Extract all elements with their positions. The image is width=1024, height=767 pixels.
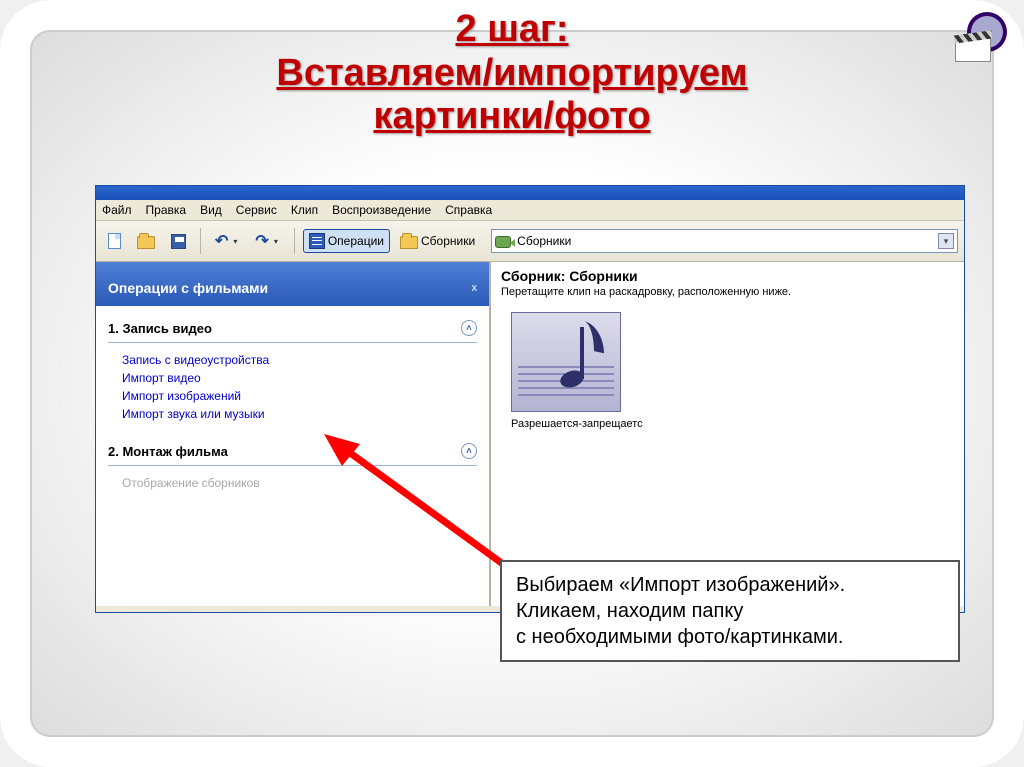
collapse-icon[interactable]: ˄	[461, 320, 477, 336]
title-line1: 2 шаг:	[456, 8, 569, 50]
capture-links: Запись с видеоустройства Импорт видео Им…	[108, 343, 477, 437]
task-pane-title: Операции с фильмами	[108, 280, 268, 296]
collection-area: Сборник: Сборники Перетащите клип на рас…	[491, 262, 964, 606]
link-import-video[interactable]: Импорт видео	[122, 369, 471, 387]
list-icon	[309, 233, 325, 249]
chevron-down-icon[interactable]: ▾	[938, 233, 954, 249]
dropdown-arrow-icon[interactable]: ▾	[272, 237, 280, 246]
collection-subtitle: Перетащите клип на раскадровку, располож…	[501, 284, 954, 308]
clip-thumbnail[interactable]	[511, 312, 621, 412]
collections-button[interactable]: Сборники	[394, 229, 481, 253]
camera-icon	[495, 236, 511, 248]
menu-tools[interactable]: Сервис	[236, 203, 277, 217]
menu-clip[interactable]: Клип	[291, 203, 318, 217]
link-import-audio[interactable]: Импорт звука или музыки	[122, 405, 471, 423]
section-edit[interactable]: 2. Монтаж фильма ˄	[108, 437, 477, 466]
menu-edit[interactable]: Правка	[146, 203, 187, 217]
folder-icon	[400, 236, 418, 249]
save-button[interactable]	[165, 230, 192, 253]
new-button[interactable]	[102, 229, 127, 253]
menu-file[interactable]: Файл	[102, 203, 132, 217]
undo-button[interactable]: ↶▾	[209, 227, 245, 255]
title-line2: Вставляем/импортируем	[276, 52, 747, 94]
open-button[interactable]	[131, 229, 161, 253]
workarea: Операции с фильмами x 1. Запись видео ˄ …	[96, 262, 964, 606]
dropdown-arrow-icon[interactable]: ▾	[231, 237, 239, 246]
task-pane-header: Операции с фильмами x	[96, 262, 489, 306]
redo-button[interactable]: ↷▾	[249, 227, 285, 255]
folder-open-icon	[137, 236, 155, 249]
clip-label: Разрешается-запрещаетс	[501, 418, 954, 430]
app-window: Файл Правка Вид Сервис Клип Воспроизведе…	[95, 185, 965, 613]
collection-title: Сборник: Сборники	[501, 268, 954, 284]
tasks-label: Операции	[328, 234, 384, 248]
combo-value: Сборники	[511, 234, 571, 248]
menu-play[interactable]: Воспроизведение	[332, 203, 431, 217]
collections-label: Сборники	[421, 234, 475, 248]
redo-icon: ↷	[255, 231, 268, 251]
callout-line3: с необходимыми фото/картинками.	[516, 624, 944, 650]
toolbar: ↶▾ ↷▾ Операции Сборники Сборники ▾	[96, 221, 964, 262]
menu-help[interactable]: Справка	[445, 203, 492, 217]
task-pane-close[interactable]: x	[472, 282, 478, 294]
task-pane-body: 1. Запись видео ˄ Запись с видеоустройст…	[96, 306, 489, 606]
titlebar	[96, 186, 964, 200]
music-note-icon	[556, 323, 606, 393]
menu-view[interactable]: Вид	[200, 203, 222, 217]
link-capture-device[interactable]: Запись с видеоустройства	[122, 351, 471, 369]
title-line3: картинки/фото	[373, 95, 650, 137]
callout-line2: Кликаем, находим папку	[516, 598, 944, 624]
floppy-icon	[171, 234, 186, 249]
tasks-button[interactable]: Операции	[303, 229, 390, 253]
separator	[294, 228, 295, 254]
slide-title: 2 шаг: Вставляем/импортируем картинки/фо…	[0, 8, 1024, 139]
edit-links: Отображение сборников	[108, 466, 477, 506]
new-file-icon	[108, 233, 121, 249]
collapse-icon[interactable]: ˄	[461, 443, 477, 459]
callout-line1: Выбираем «Импорт изображений».	[516, 572, 944, 598]
separator	[200, 228, 201, 254]
task-pane: Операции с фильмами x 1. Запись видео ˄ …	[96, 262, 491, 606]
undo-icon: ↶	[215, 231, 228, 251]
section-capture[interactable]: 1. Запись видео ˄	[108, 314, 477, 343]
instruction-callout: Выбираем «Импорт изображений». Кликаем, …	[500, 560, 960, 662]
menubar: Файл Правка Вид Сервис Клип Воспроизведе…	[96, 200, 964, 221]
collections-combo[interactable]: Сборники ▾	[491, 229, 958, 253]
link-show-collections[interactable]: Отображение сборников	[122, 474, 471, 492]
link-import-images[interactable]: Импорт изображений	[122, 387, 471, 405]
